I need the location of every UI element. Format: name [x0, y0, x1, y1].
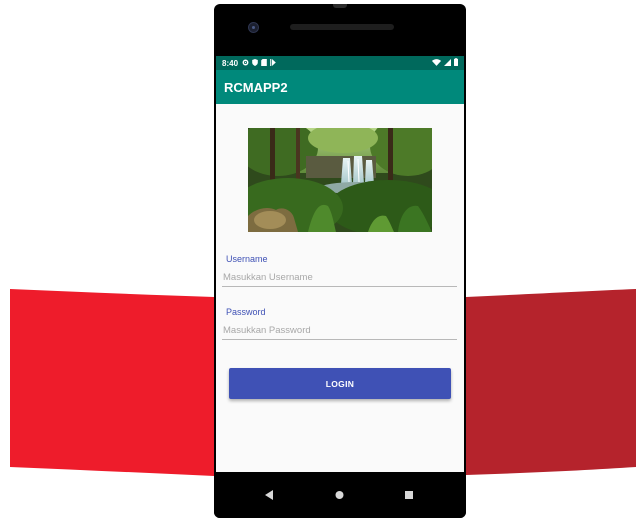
app-bar: RCMAPP2	[216, 70, 464, 104]
username-input[interactable]	[222, 269, 457, 287]
status-right-icons	[432, 58, 458, 68]
navigation-bar	[214, 472, 466, 518]
battery-icon	[454, 58, 458, 68]
recents-icon[interactable]	[404, 488, 414, 506]
waterfall-illustration	[248, 128, 432, 232]
sim-card-icon	[261, 58, 267, 68]
login-button[interactable]: LOGIN	[229, 368, 451, 399]
app-title: RCMAPP2	[224, 79, 288, 95]
shield-icon	[252, 58, 258, 68]
earpiece-speaker	[290, 24, 394, 30]
status-time: 8:40	[222, 58, 239, 68]
signal-icon	[444, 58, 451, 68]
phone-frame: 8:40 RCMAPP2 Username Masukkan Username …	[214, 4, 466, 518]
app-screen: 8:40 RCMAPP2 Username Masukkan Username …	[216, 56, 464, 472]
waterfall-image	[248, 128, 432, 232]
settings-icon	[242, 59, 249, 68]
password-input[interactable]	[222, 322, 457, 340]
password-label: Password	[226, 307, 266, 317]
home-icon[interactable]	[334, 488, 345, 506]
phone-top-notch	[333, 4, 347, 8]
status-bar: 8:40	[216, 56, 464, 70]
wifi-icon	[432, 58, 441, 68]
front-camera	[248, 22, 259, 33]
username-label: Username	[226, 254, 268, 264]
play-icon	[270, 58, 276, 68]
back-icon[interactable]	[264, 488, 274, 506]
